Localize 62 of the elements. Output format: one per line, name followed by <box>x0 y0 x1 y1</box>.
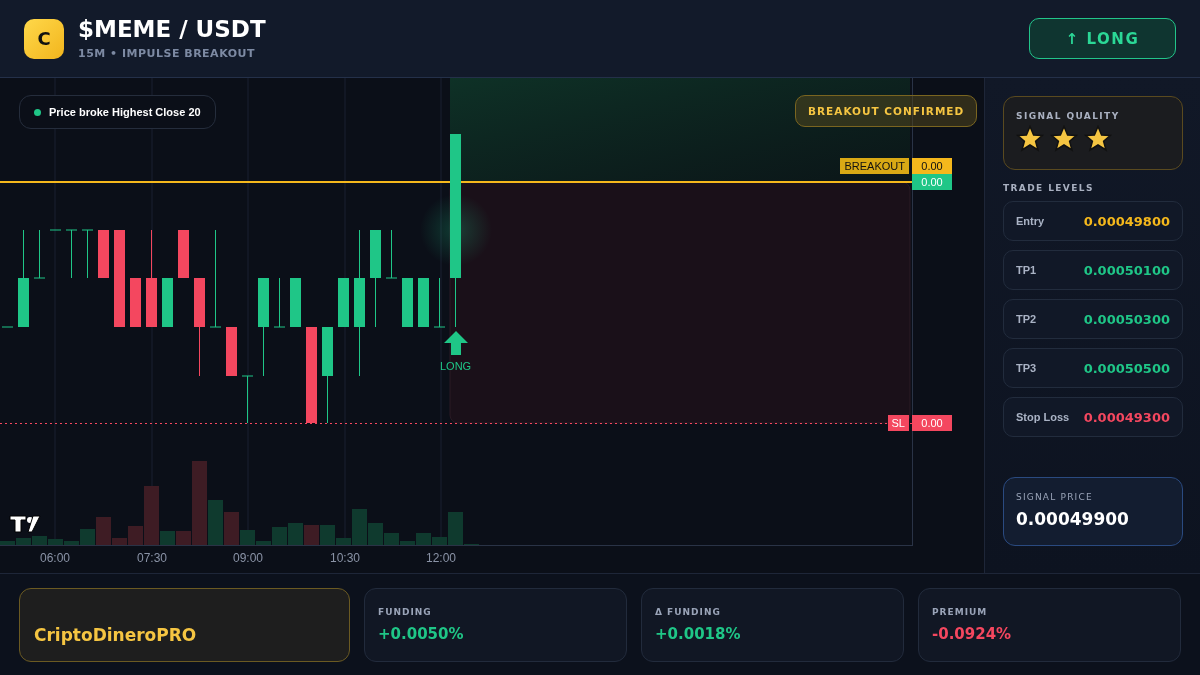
coin-icon: C <box>24 18 64 59</box>
candle <box>162 277 173 328</box>
candle <box>433 277 446 328</box>
long-button[interactable]: ↑ LONG <box>1029 18 1176 59</box>
status-dot-icon <box>34 108 41 116</box>
level-label: Stop Loss <box>1016 411 1070 423</box>
time-label: 10:30 <box>330 551 360 565</box>
note-text: Price broke Highest Close 20 <box>49 106 201 118</box>
up-arrow-icon <box>442 330 469 356</box>
candle <box>65 229 78 279</box>
time-label: 09:00 <box>233 551 263 565</box>
metric-label: FUNDING <box>378 607 433 617</box>
time-label: 07:30 <box>137 551 167 565</box>
candle <box>130 277 141 328</box>
candle <box>402 277 413 328</box>
candle <box>273 277 286 328</box>
signal-price-value: 0.00049900 <box>1016 509 1130 529</box>
star-icon <box>1084 125 1112 152</box>
trade-levels-title: TRADE LEVELS <box>1003 183 1095 193</box>
level-value: 0.00049800 <box>1083 213 1170 229</box>
price-tag-label: SL <box>887 415 909 431</box>
volume-bar <box>288 523 303 545</box>
candle <box>33 229 46 279</box>
level-label: TP3 <box>1016 362 1037 374</box>
signal-quality-title: SIGNAL QUALITY <box>1016 111 1121 121</box>
price-tag-label: BREAKOUT <box>840 158 909 174</box>
metric-label: PREMIUM <box>932 607 989 617</box>
brand-name: CriptoDineroPRO <box>34 625 197 645</box>
signal-price-label: SIGNAL PRICE <box>1016 492 1094 502</box>
level-label: TP2 <box>1016 313 1037 325</box>
price-tag: 0.00 <box>912 174 952 190</box>
candle <box>290 277 301 328</box>
metric-value: -0.0924% <box>932 625 1013 643</box>
level-label: Entry <box>1016 215 1045 227</box>
candle <box>226 326 237 377</box>
candle <box>81 229 94 279</box>
star-icon <box>1050 125 1078 152</box>
price-tag: 0.00 <box>912 415 952 431</box>
level-label: TP1 <box>1016 264 1037 276</box>
strategy-subtitle: 15M • IMPULSE BREAKOUT <box>78 46 256 60</box>
breakout-badge: BREAKOUT CONFIRMED <box>795 95 978 127</box>
signal-marker-label: LONG <box>440 360 472 372</box>
candle <box>98 229 109 279</box>
metric-value: +0.0018% <box>655 625 742 643</box>
logo-icon <box>9 515 41 533</box>
level-value: 0.00049300 <box>1083 409 1170 425</box>
time-label: 06:00 <box>40 551 70 565</box>
time-label: 12:00 <box>426 551 456 565</box>
candle <box>385 229 398 279</box>
level-value: 0.00050300 <box>1083 311 1170 327</box>
metric-value: +0.0050% <box>378 625 465 643</box>
price-tag: 0.00 <box>912 158 952 174</box>
pair-title: $MEME / USDT <box>78 17 267 41</box>
level-value: 0.00050500 <box>1083 360 1170 376</box>
metric-label: Δ FUNDING <box>655 607 722 617</box>
level-value: 0.00050100 <box>1083 262 1170 278</box>
volume-bar <box>304 525 319 545</box>
candle <box>241 375 254 424</box>
candle <box>178 229 189 279</box>
star-icon <box>1016 125 1044 152</box>
candle <box>418 277 429 328</box>
candle <box>338 277 349 328</box>
